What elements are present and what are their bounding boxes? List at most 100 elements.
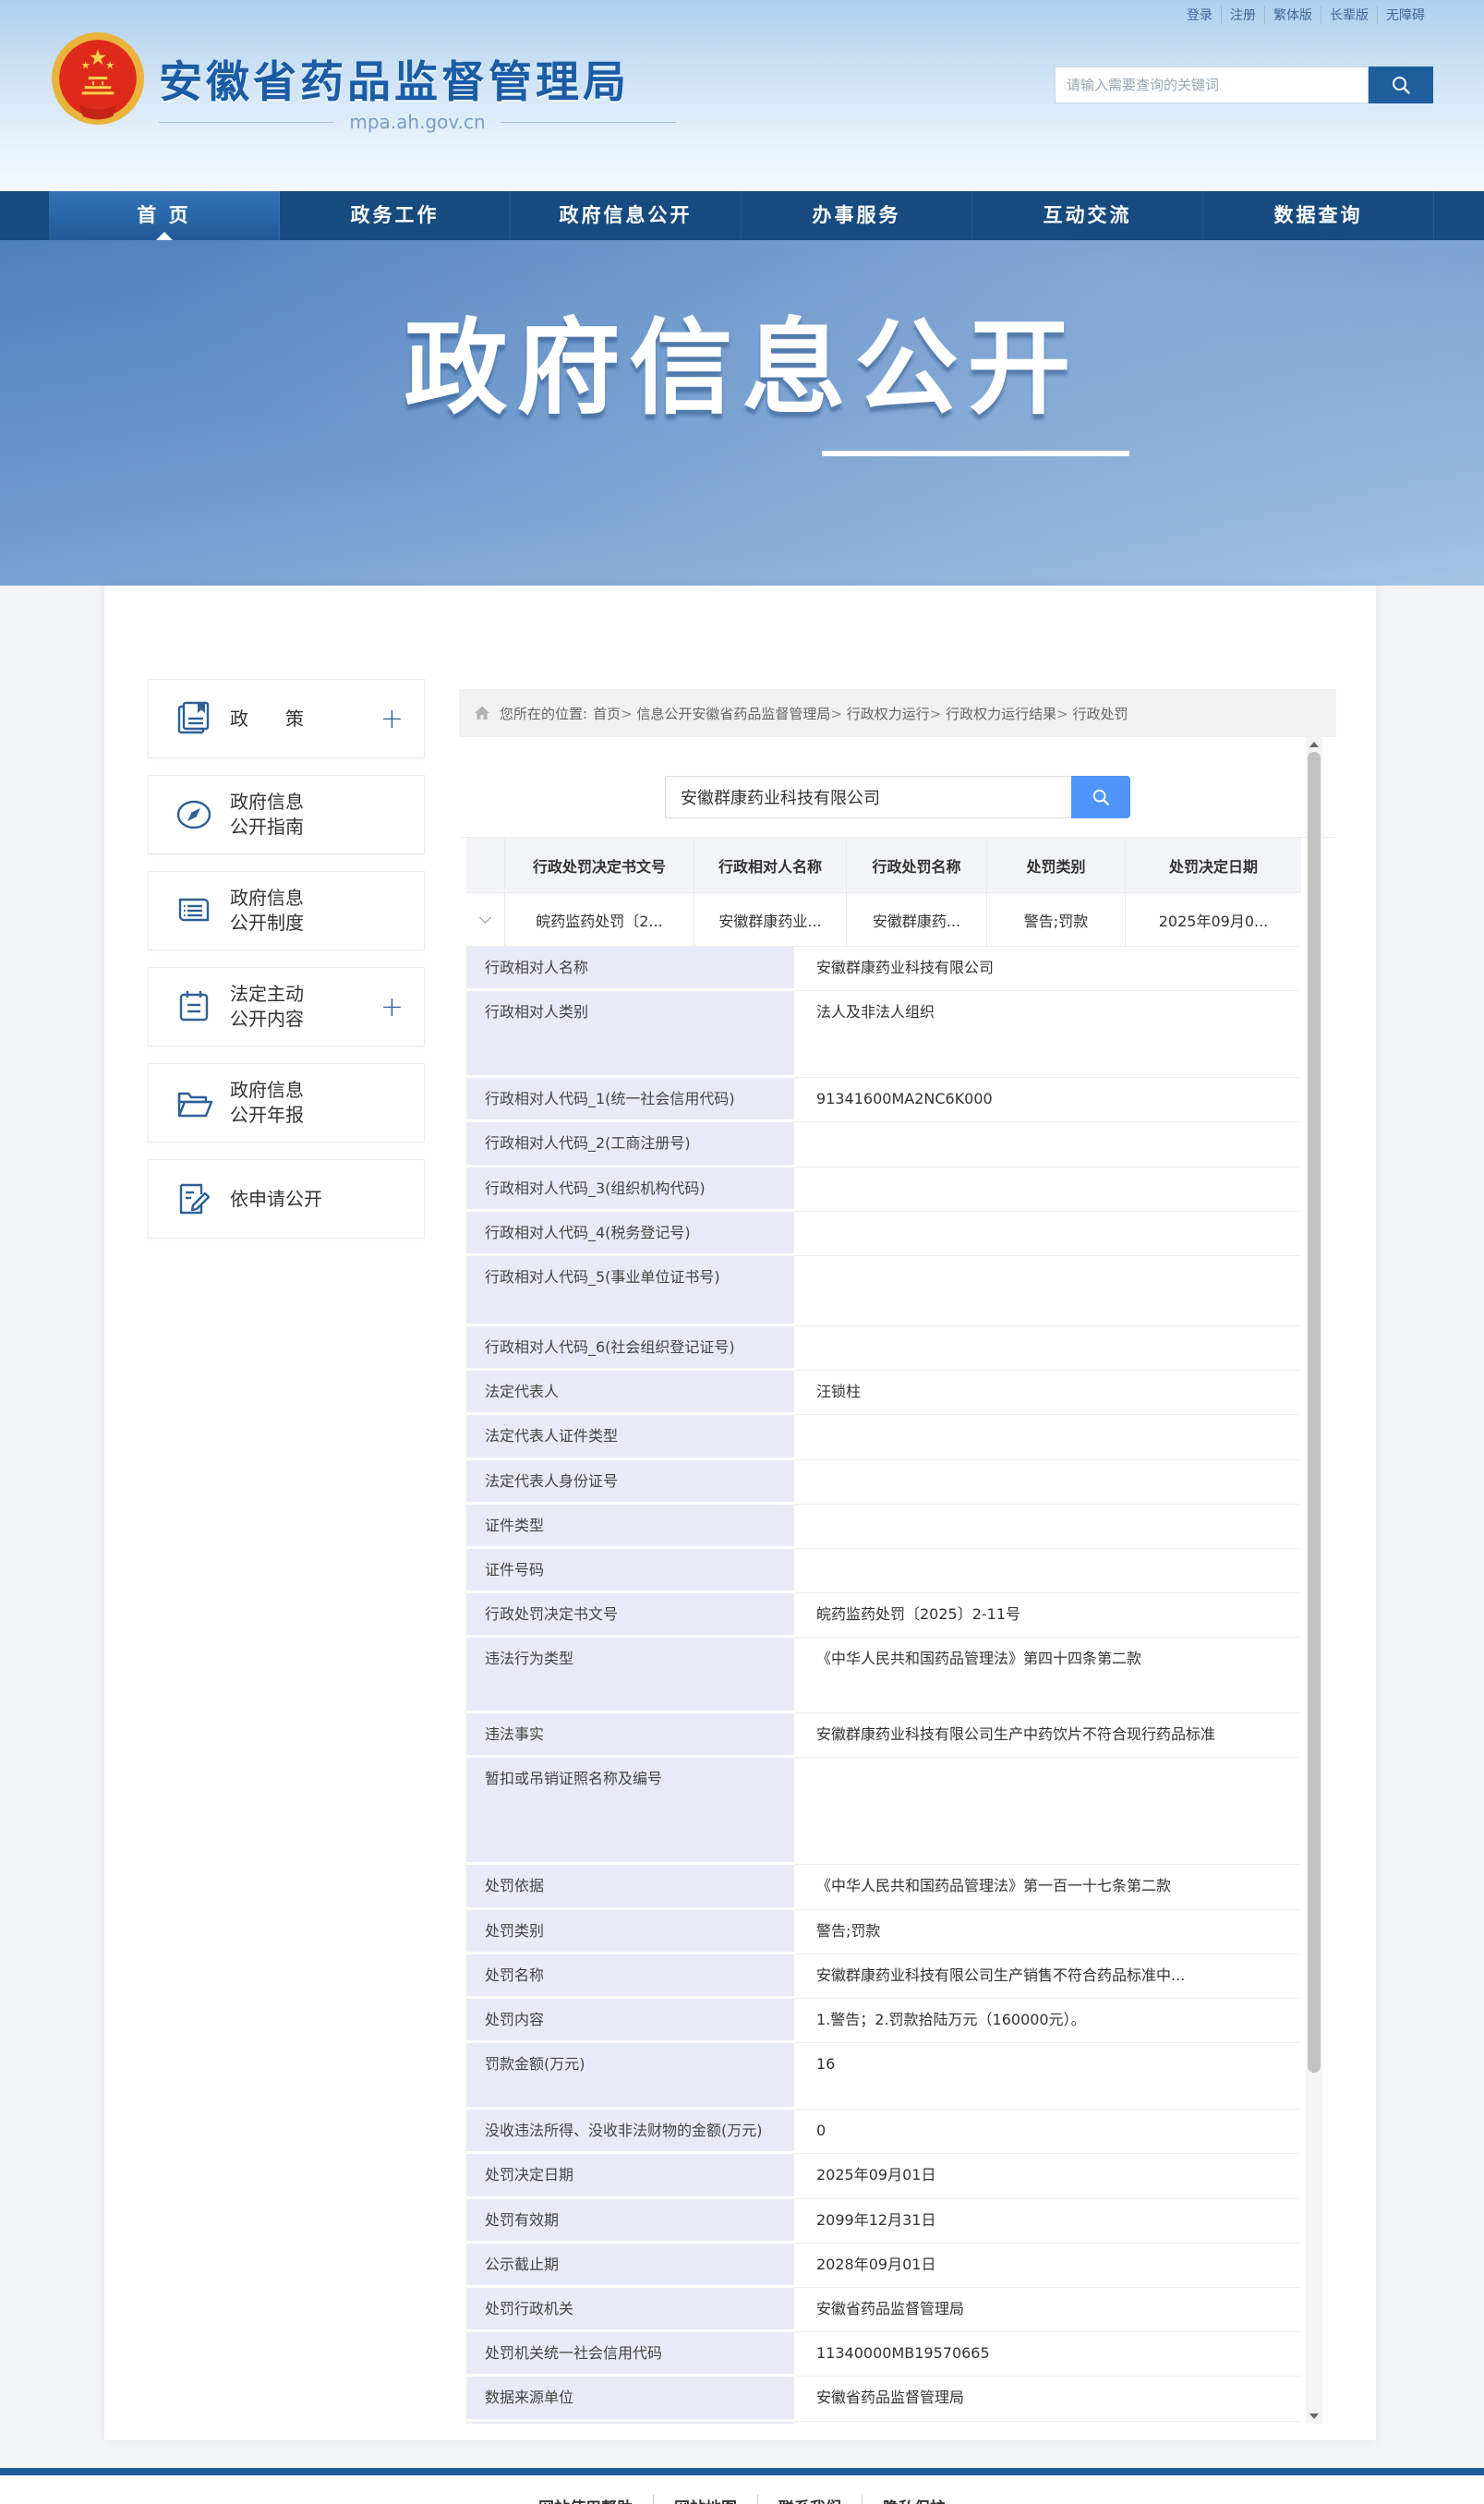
page-banner: 政府信息公开 — [0, 240, 1484, 586]
detail-label: 违法事实 — [466, 1713, 794, 1759]
page: 登录 注册 繁体版 长辈版 无障碍 安徽省药品监督管理局 mpa.ah.gov.cn — [0, 0, 1484, 2504]
breadcrumb-link[interactable]: 行政权力运行结果 — [930, 704, 1056, 723]
detail-row: 法定代表人身份证号 — [466, 1459, 1301, 1505]
detail-value — [794, 1415, 1301, 1460]
breadcrumb-link[interactable]: 首页 — [593, 704, 621, 723]
top-utility-link[interactable]: 登录 — [1178, 6, 1221, 24]
detail-label: 法定代表人 — [466, 1371, 794, 1416]
header-search-input[interactable] — [1055, 67, 1369, 103]
detail-value: 2025年09月01日 — [794, 2154, 1301, 2199]
expand-plus-icon[interactable]: + — [380, 991, 404, 1023]
detail-label: 暂扣或吊销证照名称及编号 — [466, 1758, 794, 1866]
detail-row: 处罚有效期 2099年12月31日 — [466, 2198, 1301, 2244]
detail-label: 行政相对人名称 — [466, 947, 794, 992]
detail-row: 没收违法所得、没收非法财物的金额(万元) 0 — [466, 2110, 1301, 2155]
summary-header-row: 行政处罚决定书文号 行政相对人名称 行政处罚名称 处罚类别 处罚决定日期 — [466, 838, 1301, 893]
sidebar-item-disclosure-rules[interactable]: 政府信息 公开制度 — [148, 871, 425, 950]
nav-tab-government-work[interactable]: 政务工作 — [280, 191, 511, 240]
main-card: 政 策 + 政府信息 公开指南 政府信息 公开制度 法定主动 公开内容 + 政府… — [104, 586, 1376, 2440]
scroll-up-arrow-icon[interactable] — [1306, 737, 1322, 752]
detail-value: 安徽群康药业科技有限公司生产销售不符合药品标准中... — [794, 1954, 1301, 1999]
detail-row: 处罚类别 警告;罚款 — [466, 1909, 1301, 1954]
detail-value — [794, 1211, 1301, 1256]
sidebar-item-policy[interactable]: 政 策 + — [148, 679, 425, 758]
nav-tab-interaction[interactable]: 互动交流 — [972, 191, 1203, 240]
detail-label: 行政相对人类别 — [466, 991, 794, 1079]
top-utility-link[interactable]: 繁体版 — [1264, 6, 1321, 24]
sidebar-item-label: 政府信息 公开指南 — [230, 791, 304, 838]
breadcrumb-trail: 首页信息公开安徽省药品监督管理局行政权力运行行政权力运行结果行政处罚 — [593, 704, 1128, 723]
footer-accent-bar — [0, 2468, 1484, 2475]
detail-label: 公示截止期 — [466, 2243, 794, 2288]
detail-label: 处罚行政机关 — [466, 2287, 794, 2333]
cell-penalty-name: 安徽群康药... — [847, 893, 987, 946]
sidebar-item-disclosure-guide[interactable]: 政府信息 公开指南 — [148, 775, 425, 854]
footer-link[interactable]: 网站使用帮助 — [518, 2495, 653, 2504]
detail-label: 法定代表人身份证号 — [466, 1459, 794, 1505]
detail-row: 数据来源单位统一社会信用代码 11340000MB19570665 — [466, 2421, 1301, 2424]
detail-row: 行政相对人代码_5(事业单位证书号) — [466, 1255, 1301, 1326]
header-search-button[interactable] — [1369, 67, 1433, 103]
breadcrumb-link[interactable]: 行政权力运行 — [830, 704, 930, 723]
top-utility-link[interactable]: 注册 — [1221, 6, 1264, 24]
detail-row: 法定代表人 汪锁柱 — [466, 1371, 1301, 1416]
content-scrollbar[interactable] — [1306, 737, 1322, 2424]
search-icon — [1391, 75, 1411, 95]
penalty-summary-table: 行政处罚决定书文号 行政相对人名称 行政处罚名称 处罚类别 处罚决定日期 皖药监… — [466, 838, 1301, 947]
nav-tab-services[interactable]: 办事服务 — [742, 191, 972, 240]
record-search-button[interactable] — [1071, 776, 1130, 818]
footer-link[interactable]: 隐私保护 — [862, 2495, 966, 2504]
detail-row: 行政相对人名称 安徽群康药业科技有限公司 — [466, 947, 1301, 992]
header-search — [1055, 67, 1433, 103]
request-edit-icon — [173, 1178, 215, 1220]
sidebar-item-statutory-disclosure[interactable]: 法定主动 公开内容 + — [148, 967, 425, 1046]
detail-value — [794, 1459, 1301, 1505]
detail-value: 警告;罚款 — [794, 1909, 1301, 1954]
detail-row: 行政处罚决定书文号 皖药监药处罚〔2025〕2-11号 — [466, 1593, 1301, 1639]
summary-data-row[interactable]: 皖药监药处罚〔2... 安徽群康药业... 安徽群康药... 警告;罚款 202… — [466, 893, 1301, 947]
detail-label: 处罚类别 — [466, 1909, 794, 1954]
nav-tab-home[interactable]: 首 页 — [49, 191, 280, 240]
detail-row: 暂扣或吊销证照名称及编号 — [466, 1758, 1301, 1866]
search-icon — [1092, 788, 1110, 806]
scrollbar-thumb[interactable] — [1308, 752, 1321, 2073]
detail-value: 16 — [794, 2043, 1301, 2111]
detail-row: 行政相对人代码_2(工商注册号) — [466, 1122, 1301, 1167]
nav-tab-data-query[interactable]: 数据查询 — [1203, 191, 1434, 240]
detail-value — [794, 1122, 1301, 1167]
site-domain: mpa.ah.gov.cn — [349, 111, 486, 133]
nav-tab-info-disclosure[interactable]: 政府信息公开 — [511, 191, 742, 240]
cell-doc-no: 皖药监药处罚〔2... — [505, 893, 694, 946]
top-utility-link[interactable]: 无障碍 — [1377, 6, 1433, 24]
detail-value: 安徽群康药业科技有限公司生产中药饮片不符合现行药品标准 — [794, 1713, 1301, 1759]
footer-link[interactable]: 网站地图 — [653, 2495, 757, 2504]
detail-value — [794, 1504, 1301, 1549]
breadcrumb-link[interactable]: 信息公开安徽省药品监督管理局 — [621, 704, 830, 723]
detail-value: 91341600MA2NC6K000 — [794, 1078, 1301, 1123]
banner-underline — [822, 451, 1129, 456]
detail-value: 2099年12月31日 — [794, 2198, 1301, 2244]
cell-penalty-type: 警告;罚款 — [987, 893, 1126, 946]
detail-row: 罚款金额(万元) 16 — [466, 2043, 1301, 2111]
record-search-input[interactable] — [665, 776, 1071, 818]
detail-row: 行政相对人代码_3(组织机构代码) — [466, 1167, 1301, 1212]
top-utility-link[interactable]: 长辈版 — [1321, 6, 1377, 24]
detail-value: 《中华人民共和国药品管理法》第一百一十七条第二款 — [794, 1865, 1301, 1910]
expand-plus-icon[interactable]: + — [380, 703, 404, 735]
detail-row: 违法行为类型 《中华人民共和国药品管理法》第四十四条第二款 — [466, 1638, 1301, 1714]
sidebar-item-annual-report[interactable]: 政府信息 公开年报 — [148, 1063, 425, 1143]
detail-label: 处罚机关统一社会信用代码 — [466, 2332, 794, 2377]
detail-row: 处罚行政机关 安徽省药品监督管理局 — [466, 2287, 1301, 2333]
column-header: 行政处罚名称 — [847, 838, 987, 892]
collapse-chevron-icon[interactable] — [466, 893, 505, 946]
detail-value: 0 — [794, 2110, 1301, 2155]
sidebar-item-disclosure-on-request[interactable]: 依申请公开 — [148, 1159, 425, 1239]
footer-link[interactable]: 联系我们 — [757, 2495, 862, 2504]
breadcrumb-link[interactable]: 行政处罚 — [1056, 704, 1128, 723]
site-title: 安徽省药品监督管理局 — [159, 57, 630, 108]
scroll-down-arrow-icon[interactable] — [1306, 2409, 1322, 2424]
sidebar-item-label: 政府信息 公开制度 — [230, 887, 304, 934]
detail-row: 处罚内容 1.警告；2.罚款拾陆万元（160000元）。 — [466, 1999, 1301, 2044]
content-panel: 您所在的位置: 首页信息公开安徽省药品监督管理局行政权力运行行政权力运行结果行政… — [459, 689, 1336, 2424]
detail-label: 行政处罚决定书文号 — [466, 1593, 794, 1639]
